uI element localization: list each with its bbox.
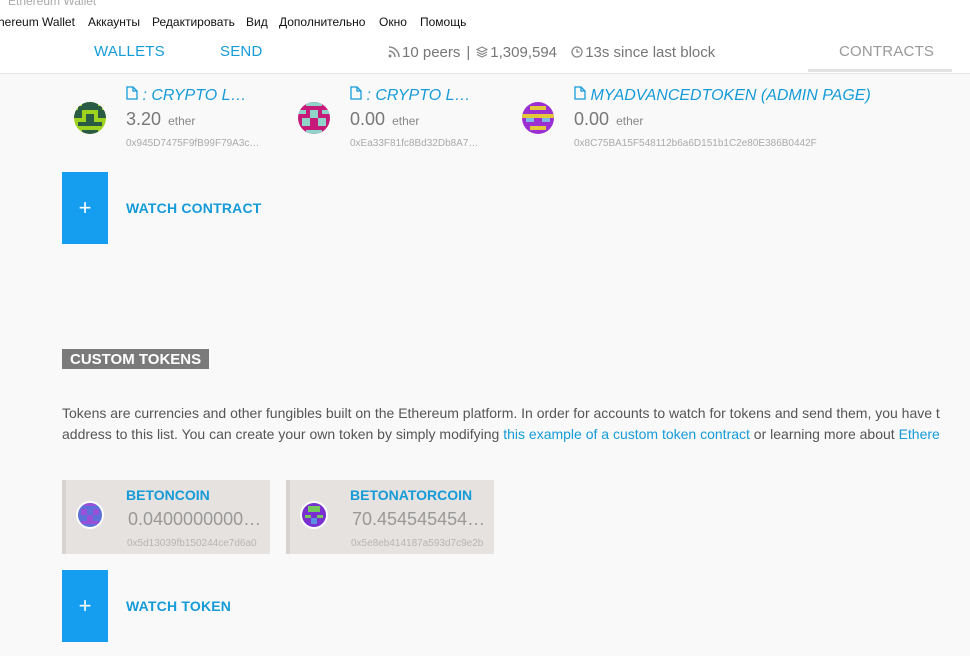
contract-balance: 0.00 ether bbox=[350, 109, 419, 130]
info-separator: | bbox=[466, 44, 471, 61]
description-line-2: address to this list. You can create you… bbox=[62, 424, 970, 445]
blocks-icon bbox=[475, 44, 490, 61]
nav-contracts[interactable]: CONTRACTS bbox=[839, 43, 934, 60]
identicon-blue-violet bbox=[76, 501, 104, 529]
document-icon bbox=[574, 86, 586, 104]
description-text: or learning more about bbox=[749, 426, 899, 442]
menu-app[interactable]: hereum Wallet bbox=[0, 15, 75, 29]
contract-name[interactable]: : CRYPTO LENS bbox=[126, 86, 256, 105]
contract-name[interactable]: : CRYPTO LENS bbox=[350, 86, 480, 105]
token-balance: 0.0400000000000 bbox=[128, 509, 262, 529]
contract-address: 0x945D7475F9fB99F79A3c2E8b0EfD5b77A1cE04 bbox=[126, 138, 260, 149]
custom-tokens-heading: CUSTOM TOKENS bbox=[62, 349, 210, 369]
ethereum-link[interactable]: Ethere bbox=[899, 426, 940, 442]
block-number: 1,309,594 bbox=[490, 44, 558, 61]
contract-name[interactable]: MYADVANCEDTOKEN (ADMIN PAGE) bbox=[574, 86, 874, 105]
active-tab-indicator bbox=[808, 69, 952, 72]
balance-value: 0.00 bbox=[574, 109, 610, 129]
identicon-magenta bbox=[298, 102, 330, 134]
since-last-block: 13s since last block bbox=[585, 44, 716, 61]
custom-tokens-description: Tokens are currencies and other fungible… bbox=[62, 403, 970, 445]
identicon-green-violet bbox=[300, 501, 328, 529]
token-balance: 70.4545454545454 bbox=[352, 509, 486, 529]
window-titlebar: Ethereum Wallet bbox=[0, 0, 970, 10]
watch-contract-button[interactable]: + bbox=[62, 172, 108, 244]
contract-address: 0xEa33F81fc8Bd32Db8A7cE1f0d2D4B8E3A5 bbox=[350, 138, 482, 149]
token-example-link[interactable]: this example of a custom token contract bbox=[503, 426, 750, 442]
menu-accounts[interactable]: Аккаунты bbox=[88, 15, 140, 29]
description-line-1: Tokens are currencies and other fungible… bbox=[62, 405, 940, 421]
token-card[interactable]: BETONATORCOIN 70.4545454545454 0x5e8eb41… bbox=[286, 480, 494, 554]
balance-unit: ether bbox=[168, 114, 196, 128]
peers-icon bbox=[388, 44, 402, 61]
token-name: BETONCOIN bbox=[126, 487, 210, 503]
identicon-purple-yellow bbox=[522, 102, 554, 134]
contract-name-text: : CRYPTO LENS bbox=[366, 87, 480, 104]
menu-bar: hereum Wallet Аккаунты Редактировать Вид… bbox=[0, 10, 970, 34]
contract-name-text: MYADVANCEDTOKEN (ADMIN PAGE) bbox=[590, 87, 871, 104]
contract-balance: 3.20 ether bbox=[126, 109, 195, 130]
token-name: BETONATORCOIN bbox=[350, 487, 473, 503]
document-icon bbox=[350, 86, 362, 104]
balance-value: 3.20 bbox=[126, 109, 162, 129]
token-card[interactable]: BETONCOIN 0.0400000000000 0x5d13039fb150… bbox=[62, 480, 270, 554]
contract-name-text: : CRYPTO LENS bbox=[142, 87, 256, 104]
menu-edit[interactable]: Редактировать bbox=[152, 15, 235, 29]
nav-wallets[interactable]: WALLETS bbox=[94, 43, 165, 60]
menu-advanced[interactable]: Дополнительно bbox=[279, 15, 365, 29]
menu-help[interactable]: Помощь bbox=[420, 15, 466, 29]
watch-token-button[interactable]: + bbox=[62, 570, 108, 642]
menu-view[interactable]: Вид bbox=[246, 15, 268, 29]
token-address: 0x5e8eb414187a593d7c9e2b bbox=[351, 538, 484, 549]
description-text: address to this list. You can create you… bbox=[62, 426, 504, 442]
contract-balance: 0.00 ether bbox=[574, 109, 643, 130]
identicon-green bbox=[74, 102, 106, 134]
watch-contract-label[interactable]: WATCH CONTRACT bbox=[126, 200, 262, 216]
clock-icon bbox=[571, 44, 585, 61]
nav-send[interactable]: SEND bbox=[220, 43, 262, 60]
balance-unit: ether bbox=[392, 114, 420, 128]
peer-count: 10 peers bbox=[402, 44, 461, 61]
menu-window[interactable]: Окно bbox=[379, 15, 407, 29]
node-info: 10 peers | 1,309,594 13s since last block bbox=[388, 44, 715, 61]
watch-token-label[interactable]: WATCH TOKEN bbox=[126, 598, 231, 614]
window-title: Ethereum Wallet bbox=[8, 0, 97, 8]
token-address: 0x5d13039fb150244ce7d6a0 bbox=[127, 538, 257, 549]
contract-address: 0x8C75BA15F548112b6a6D151b1C2e80E386B044… bbox=[574, 138, 817, 149]
balance-value: 0.00 bbox=[350, 109, 386, 129]
token-card-edge bbox=[62, 480, 66, 554]
top-navigation: WALLETS SEND 10 peers | 1,309,594 13s sinc… bbox=[0, 34, 970, 74]
document-icon bbox=[126, 86, 138, 104]
token-card-edge bbox=[286, 480, 290, 554]
balance-unit: ether bbox=[616, 114, 644, 128]
